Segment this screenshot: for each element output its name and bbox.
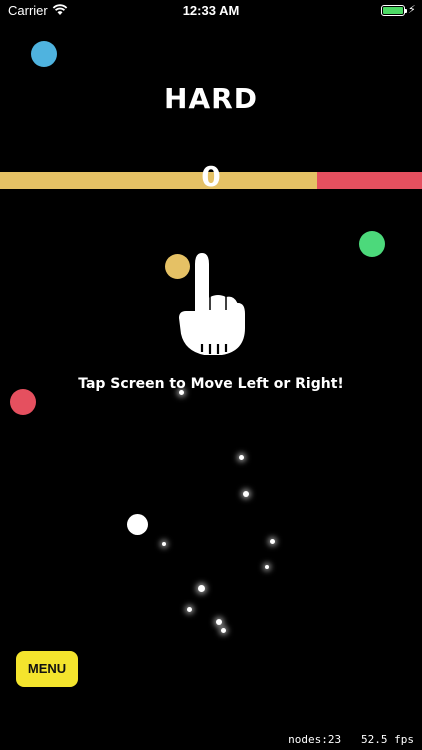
particle — [216, 619, 222, 625]
fps-counter: 52.5 fps — [361, 733, 414, 746]
debug-stats: nodes:23 52.5 fps — [288, 733, 414, 746]
difficulty-label: HARD — [164, 82, 258, 115]
score: 0 — [201, 160, 221, 193]
particle — [239, 455, 244, 460]
particle — [243, 491, 249, 497]
particle — [198, 585, 205, 592]
particle — [270, 539, 275, 544]
charging-icon: ⚡ — [408, 3, 416, 16]
player-ball — [127, 514, 148, 535]
green-ball — [359, 231, 385, 257]
red-ball — [10, 389, 36, 415]
instruction-text: Tap Screen to Move Left or Right! — [78, 376, 344, 392]
clock: 12:33 AM — [182, 3, 240, 18]
particle — [187, 607, 192, 612]
menu-button[interactable]: MENU — [16, 651, 78, 687]
pointing-hand-icon — [176, 250, 247, 357]
node-count: nodes:23 — [288, 733, 342, 746]
status-bar: Carrier 12:33 AM ⚡ — [0, 0, 422, 22]
battery-icon — [381, 5, 407, 16]
blue-ball — [31, 41, 57, 67]
particle — [162, 542, 166, 546]
particle — [265, 565, 269, 569]
particle — [221, 628, 226, 633]
particle — [179, 390, 184, 395]
